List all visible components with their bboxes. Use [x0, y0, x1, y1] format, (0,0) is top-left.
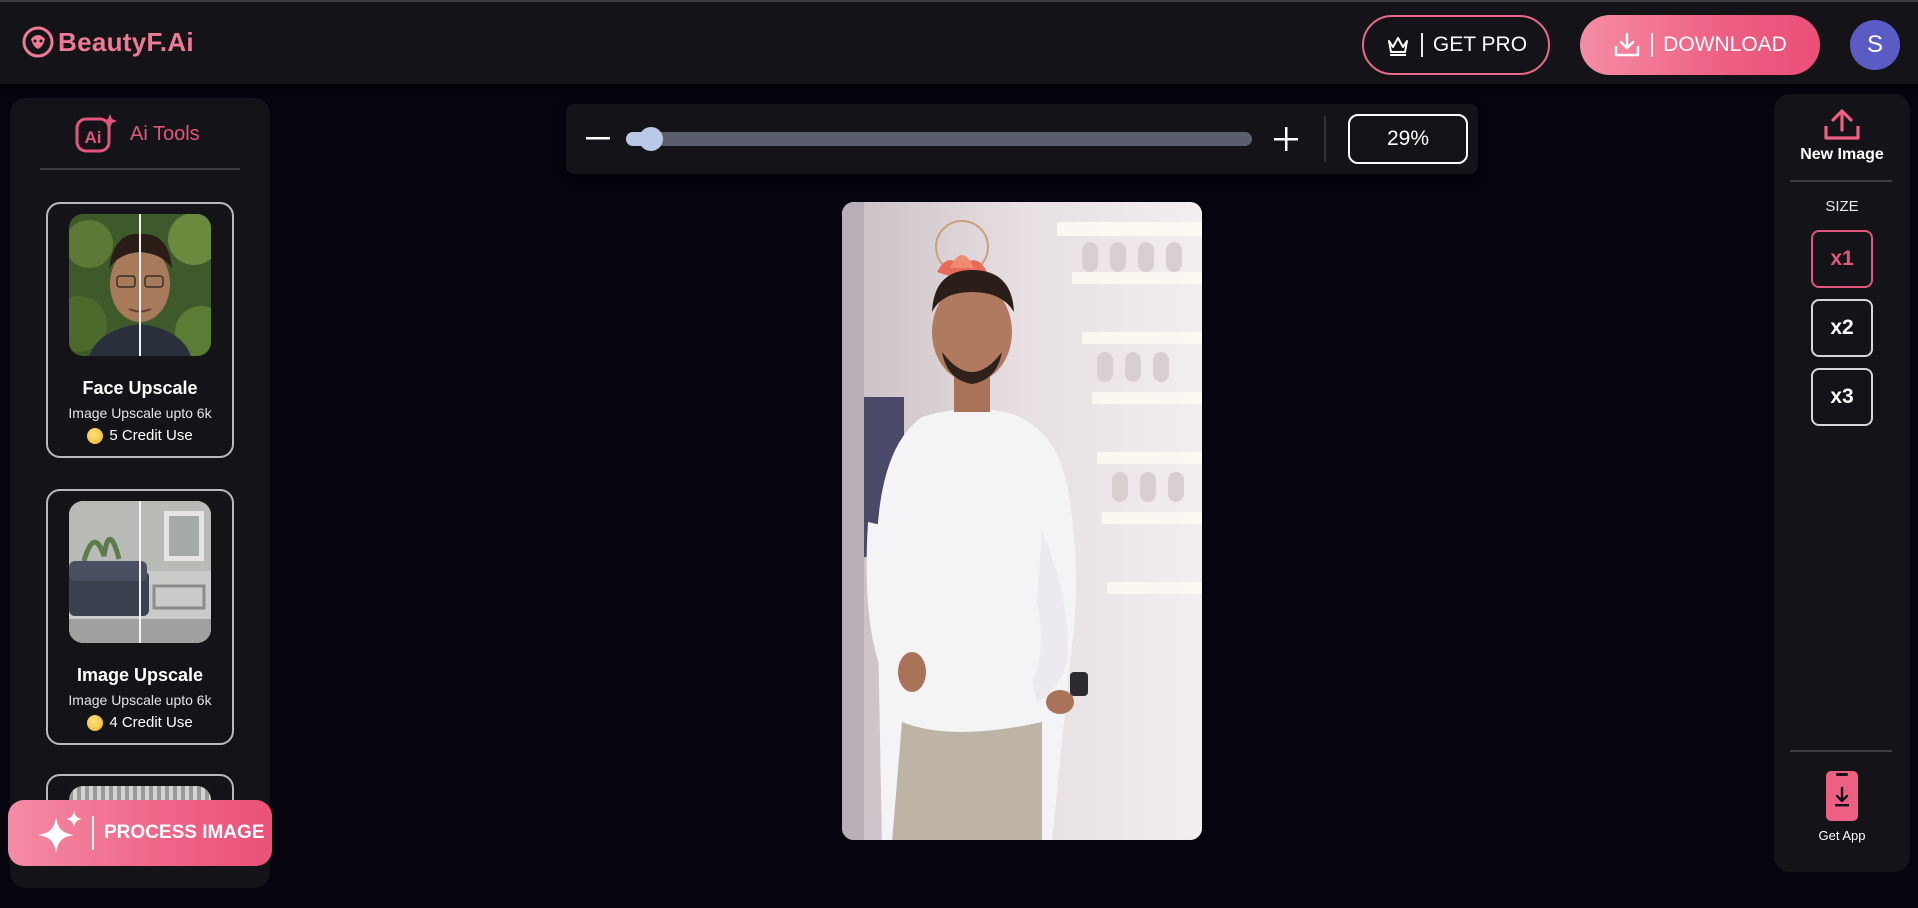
zoom-out-button[interactable] — [578, 119, 618, 159]
tool-card-face-upscale[interactable]: Face Upscale Image Upscale upto 6k 5 Cre… — [46, 202, 234, 458]
phone-download-icon — [1826, 771, 1858, 821]
brand-logo[interactable]: BeautyF.Ai — [22, 26, 194, 58]
zoom-slider-thumb[interactable] — [639, 127, 664, 151]
download-button[interactable]: DOWNLOAD — [1580, 15, 1820, 75]
image-upscale-thumbnail — [69, 501, 211, 643]
divider — [1790, 750, 1892, 752]
coin-icon — [87, 427, 104, 444]
minus-icon — [586, 137, 610, 140]
user-avatar[interactable]: S — [1850, 20, 1900, 70]
tool-credits: 4 Credit Use — [87, 714, 193, 731]
ai-tools-panel: Ai Ai Tools Face Upscale Image Upscale u… — [10, 98, 270, 888]
top-header: BeautyF.Ai GET PRO DOWNLOAD S — [0, 0, 1918, 84]
divider — [40, 168, 240, 170]
credit-text: 4 Credit Use — [109, 714, 193, 731]
size-x1-button[interactable]: x1 — [1811, 230, 1873, 288]
tool-title: Image Upscale — [76, 665, 204, 685]
get-pro-button[interactable]: GET PRO — [1362, 15, 1550, 75]
plus-icon — [1274, 127, 1298, 151]
tool-title: Face Upscale — [82, 378, 198, 398]
zoom-slider[interactable] — [626, 127, 1252, 151]
sparkle-icon — [38, 811, 82, 853]
separator — [1651, 33, 1654, 57]
zoom-percentage: 29% — [1348, 114, 1468, 164]
coin-icon — [87, 714, 104, 731]
upload-icon — [1824, 109, 1860, 140]
download-icon — [1614, 32, 1640, 57]
separator — [1420, 33, 1423, 57]
crown-icon — [1387, 37, 1408, 56]
credit-text: 5 Credit Use — [109, 427, 193, 444]
divider — [1790, 180, 1892, 182]
ai-tools-icon: Ai — [75, 114, 117, 153]
tool-subtitle: Image Upscale upto 6k — [68, 692, 212, 708]
size-label: SIZE — [1825, 198, 1859, 215]
process-image-label: PROCESS IMAGE — [104, 822, 265, 843]
size-x2-button[interactable]: x2 — [1811, 299, 1873, 357]
svg-text:Ai: Ai — [85, 128, 102, 147]
separator — [92, 816, 94, 850]
zoom-toolbar: 29% — [566, 104, 1478, 174]
canvas-photo — [842, 202, 1202, 840]
get-app-label: Get App — [1818, 828, 1866, 843]
get-pro-label: GET PRO — [1432, 33, 1528, 56]
new-image-button[interactable]: New Image — [1774, 108, 1910, 164]
size-x3-button[interactable]: x3 — [1811, 368, 1873, 426]
face-upscale-thumbnail — [69, 214, 211, 356]
ai-tools-header: Ai Ai Tools — [74, 112, 200, 156]
tool-subtitle: Image Upscale upto 6k — [68, 405, 212, 421]
tool-credits: 5 Credit Use — [87, 427, 193, 444]
divider — [1324, 116, 1326, 162]
logo-face-icon — [22, 26, 54, 58]
get-app-button[interactable]: Get App — [1774, 770, 1910, 843]
new-image-label: New Image — [1800, 146, 1884, 163]
right-options-panel: New Image SIZE x1 x2 x3 Get App — [1774, 94, 1910, 872]
zoom-in-button[interactable] — [1266, 119, 1306, 159]
process-image-button[interactable]: PROCESS IMAGE — [8, 800, 272, 866]
logo-text: BeautyF.Ai — [58, 26, 194, 57]
tool-card-image-upscale[interactable]: Image Upscale Image Upscale upto 6k 4 Cr… — [46, 489, 234, 745]
download-label: DOWNLOAD — [1663, 33, 1787, 56]
ai-tools-title: Ai Tools — [130, 122, 200, 145]
